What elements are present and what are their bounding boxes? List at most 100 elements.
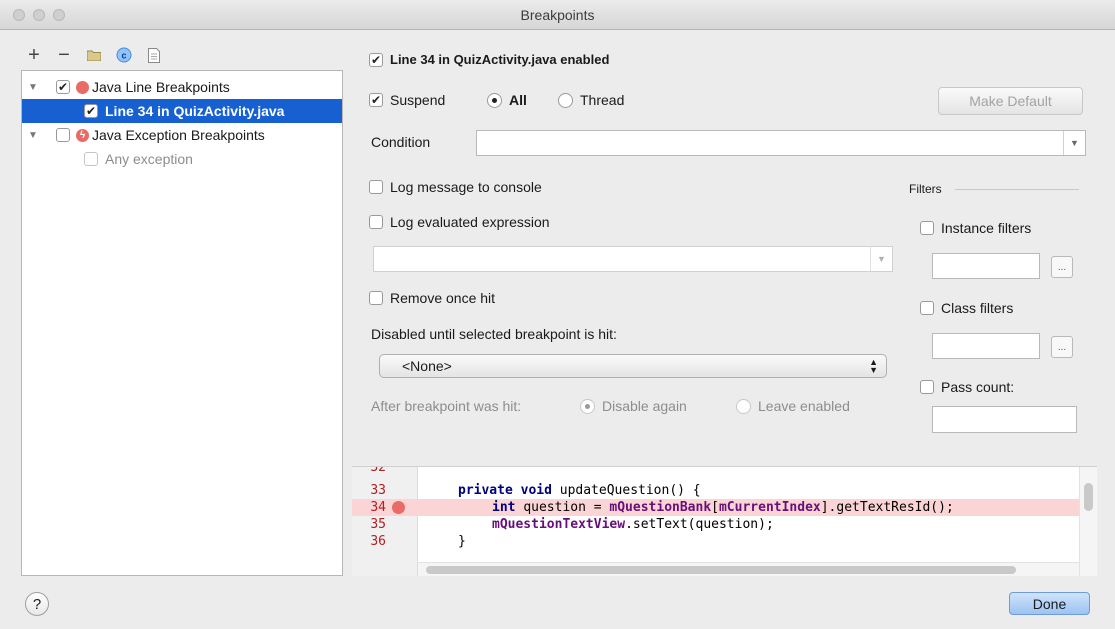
- tree-group-java-exception[interactable]: ▼ ϟ Java Exception Breakpoints: [22, 123, 342, 147]
- filters-heading: Filters: [909, 182, 1079, 196]
- make-default-button[interactable]: Make Default: [938, 87, 1083, 115]
- code-text: mQuestionTextView.setText(question);: [492, 517, 774, 532]
- suspend-thread-radio[interactable]: [558, 92, 573, 108]
- enabled-checkbox[interactable]: ✔: [369, 52, 383, 67]
- log-expression-label: Log evaluated expression: [390, 214, 550, 230]
- remove-once-hit-checkbox[interactable]: [369, 291, 383, 305]
- disabled-until-label: Disabled until selected breakpoint is hi…: [371, 326, 617, 342]
- tree-item-label: Any exception: [105, 151, 193, 167]
- tree-item-label: Line 34 in QuizActivity.java: [105, 103, 285, 119]
- window-title: Breakpoints: [520, 7, 595, 23]
- disabled-until-value: <None>: [402, 358, 452, 374]
- condition-label: Condition: [371, 134, 431, 150]
- help-button[interactable]: ?: [25, 592, 49, 616]
- remove-breakpoint-button[interactable]: −: [56, 45, 72, 65]
- tree-item-line-34[interactable]: ✔ Line 34 in QuizActivity.java: [22, 99, 342, 123]
- document-icon[interactable]: [146, 47, 162, 63]
- expand-triangle-icon[interactable]: ▼: [28, 82, 38, 93]
- log-expression-field[interactable]: ▼: [373, 246, 893, 272]
- scroll-thumb[interactable]: [1084, 483, 1093, 511]
- condition-field[interactable]: ▼: [476, 130, 1086, 156]
- code-line: 33 private void updateQuestion() {: [352, 482, 1079, 499]
- code-text: }: [458, 534, 466, 549]
- log-message-label: Log message to console: [390, 179, 542, 195]
- pass-count-checkbox[interactable]: [920, 380, 934, 394]
- instance-filters-label: Instance filters: [941, 220, 1032, 236]
- tree-group-label: Java Line Breakpoints: [92, 79, 230, 95]
- done-button[interactable]: Done: [1009, 592, 1090, 615]
- code-vertical-scrollbar[interactable]: [1079, 467, 1097, 576]
- add-breakpoint-button[interactable]: +: [26, 45, 42, 65]
- pass-count-row[interactable]: Pass count:: [920, 379, 1014, 395]
- suspend-thread-label: Thread: [580, 92, 625, 108]
- remove-once-hit-label: Remove once hit: [390, 290, 496, 306]
- instance-filters-field[interactable]: [932, 253, 1040, 279]
- class-filters-checkbox[interactable]: [920, 301, 934, 315]
- log-message-row[interactable]: Log message to console: [369, 179, 542, 195]
- tree-group-java-line[interactable]: ▼ ✔ Java Line Breakpoints: [22, 75, 342, 99]
- code-line: 36 }: [352, 533, 1079, 550]
- suspend-all-radio-row[interactable]: All: [487, 92, 527, 108]
- disable-again-label: Disable again: [602, 398, 687, 414]
- class-icon[interactable]: c: [116, 47, 132, 63]
- enabled-checkbox-row[interactable]: ✔ Line 34 in QuizActivity.java enabled: [369, 52, 609, 67]
- suspend-checkbox[interactable]: ✔: [369, 93, 383, 107]
- instance-filters-row[interactable]: Instance filters: [920, 220, 1031, 236]
- code-preview[interactable]: 32 33 private void updateQuestion() { 34…: [352, 466, 1097, 576]
- exception-breakpoint-icon: ϟ: [76, 128, 89, 142]
- leave-enabled-label: Leave enabled: [758, 398, 850, 414]
- gutter-breakpoint-icon[interactable]: [392, 501, 405, 514]
- line-number: 34: [370, 500, 386, 515]
- class-filters-field[interactable]: [932, 333, 1040, 359]
- pass-count-label: Pass count:: [941, 379, 1015, 395]
- class-filters-label: Class filters: [941, 300, 1014, 316]
- disable-again-radio-row[interactable]: Disable again: [580, 398, 687, 414]
- instance-filters-browse-button[interactable]: ...: [1051, 256, 1073, 278]
- line-number: 33: [370, 483, 386, 498]
- disabled-until-select[interactable]: <None> ▲ ▼: [379, 354, 887, 378]
- breakpoint-toolbar: + − c: [26, 40, 162, 70]
- code-line: 35 mQuestionTextView.setText(question);: [352, 516, 1079, 533]
- remove-once-hit-row[interactable]: Remove once hit: [369, 290, 495, 306]
- log-expression-row[interactable]: Log evaluated expression: [369, 214, 550, 230]
- code-line: 32: [352, 466, 1079, 476]
- item-checkbox[interactable]: [84, 152, 98, 166]
- line-number: 32: [370, 466, 386, 475]
- log-expression-dropdown-icon[interactable]: ▼: [870, 247, 892, 271]
- class-filters-browse-button[interactable]: ...: [1051, 336, 1073, 358]
- suspend-checkbox-row[interactable]: ✔ Suspend: [369, 92, 445, 108]
- tree-item-any-exception[interactable]: Any exception: [22, 147, 342, 171]
- scroll-thumb[interactable]: [426, 566, 1016, 574]
- instance-filters-checkbox[interactable]: [920, 221, 934, 235]
- suspend-thread-radio-row[interactable]: Thread: [558, 92, 624, 108]
- condition-dropdown-icon[interactable]: ▼: [1063, 131, 1085, 155]
- suspend-all-label: All: [509, 92, 527, 108]
- breakpoint-tree[interactable]: ▼ ✔ Java Line Breakpoints ✔ Line 34 in Q…: [21, 70, 343, 576]
- code-line-breakpoint: 34 int question = mQuestionBank[mCurrent…: [352, 499, 1079, 516]
- filters-divider: [954, 188, 1079, 190]
- enabled-label: Line 34 in QuizActivity.java enabled: [390, 52, 610, 67]
- expand-triangle-icon[interactable]: ▼: [28, 130, 38, 141]
- select-arrows-icon: ▲ ▼: [869, 357, 878, 375]
- group-checkbox[interactable]: [56, 128, 70, 142]
- suspend-label: Suspend: [390, 92, 446, 108]
- code-text: int question = mQuestionBank[mCurrentInd…: [492, 500, 954, 515]
- title-bar: Breakpoints: [0, 0, 1115, 30]
- class-filters-row[interactable]: Class filters: [920, 300, 1013, 316]
- code-horizontal-scrollbar[interactable]: [418, 562, 1079, 576]
- suspend-all-radio[interactable]: [487, 92, 502, 108]
- log-expression-checkbox[interactable]: [369, 215, 383, 229]
- disable-again-radio[interactable]: [580, 398, 595, 414]
- leave-enabled-radio[interactable]: [736, 398, 751, 414]
- svg-text:c: c: [121, 51, 126, 61]
- line-breakpoint-icon: [76, 80, 89, 94]
- log-message-checkbox[interactable]: [369, 180, 383, 194]
- leave-enabled-radio-row[interactable]: Leave enabled: [736, 398, 850, 414]
- pass-count-field[interactable]: [932, 406, 1077, 433]
- group-checkbox[interactable]: ✔: [56, 80, 70, 94]
- group-folder-icon[interactable]: [86, 47, 102, 63]
- item-checkbox[interactable]: ✔: [84, 104, 98, 118]
- line-number: 36: [370, 534, 386, 549]
- after-hit-label: After breakpoint was hit:: [371, 398, 522, 414]
- line-number: 35: [370, 517, 386, 532]
